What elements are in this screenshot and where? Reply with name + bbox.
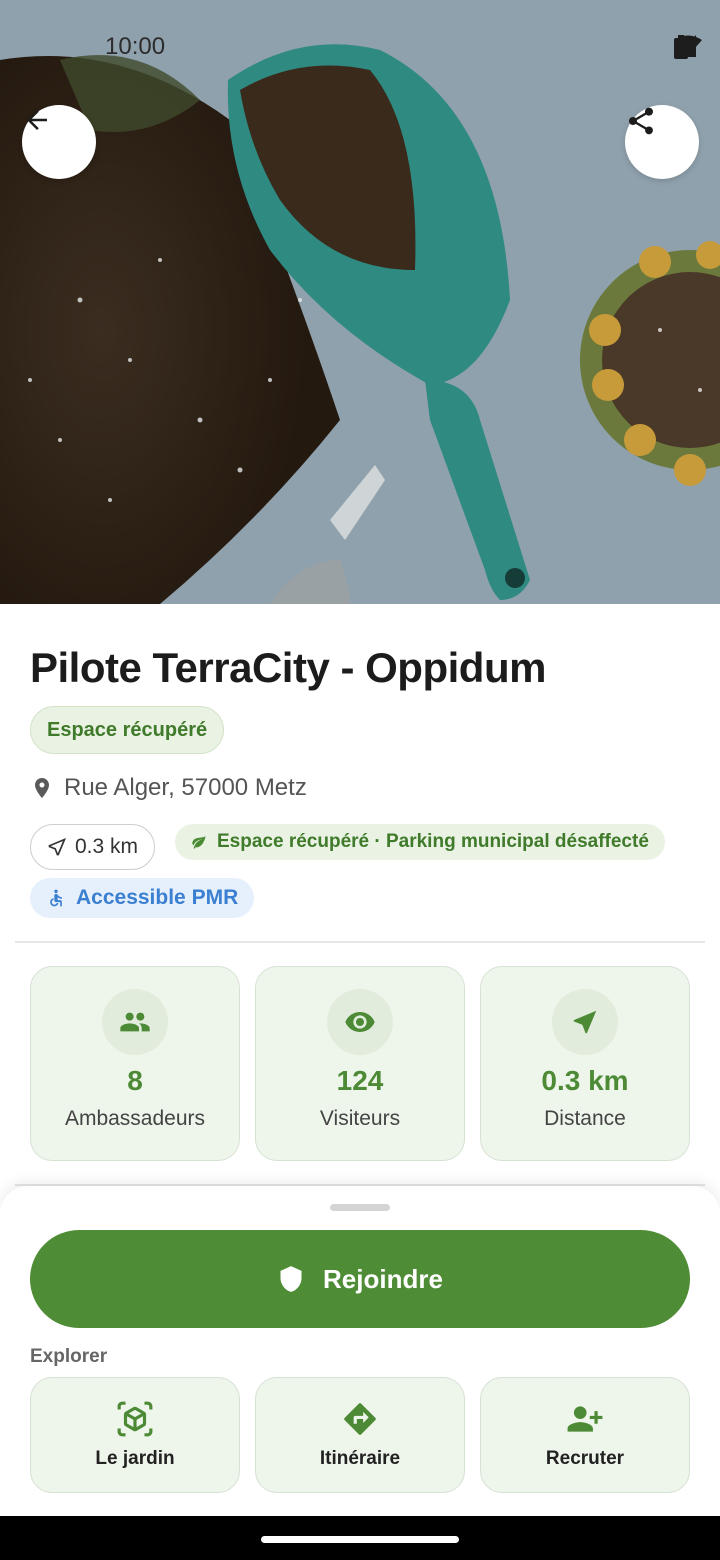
divider bbox=[15, 941, 705, 943]
stat-value: 8 bbox=[127, 1065, 143, 1096]
stat-label: Distance bbox=[544, 1107, 626, 1130]
arrow-left-icon bbox=[27, 110, 47, 130]
address-text: Rue Alger, 57000 Metz bbox=[64, 774, 307, 801]
accessible-icon bbox=[50, 889, 62, 907]
stat-label: Ambassadeurs bbox=[64, 1107, 206, 1130]
directions-icon bbox=[344, 1403, 376, 1435]
stat-value: 124 bbox=[336, 1065, 384, 1096]
stats-row: 8 Ambassadeurs 124 Visiteurs 0.3 km Dist… bbox=[30, 966, 690, 1161]
stat-value: 0.3 km bbox=[541, 1065, 629, 1096]
space-type-chip: Espace récupéré bbox=[30, 706, 225, 754]
garden-view-button[interactable]: Le jardin bbox=[30, 1377, 240, 1493]
page-title: Pilote TerraCity - Oppidum bbox=[30, 644, 546, 691]
stat-icon-circle bbox=[102, 989, 168, 1055]
join-button-label: Rejoindre bbox=[323, 1263, 443, 1294]
action-label: Le jardin bbox=[95, 1448, 175, 1469]
recruit-button[interactable]: Recruter bbox=[480, 1377, 690, 1493]
share-button[interactable] bbox=[625, 105, 699, 179]
location-pin-icon bbox=[35, 778, 49, 798]
accessibility-chip: Accessible PMR bbox=[30, 878, 255, 918]
explore-actions: Le jardin Itinéraire Recruter bbox=[30, 1377, 690, 1493]
back-button[interactable] bbox=[22, 105, 96, 179]
stat-card-visitors: 124 Visiteurs bbox=[255, 966, 465, 1161]
stat-label: Visiteurs bbox=[319, 1107, 401, 1130]
people-icon bbox=[120, 1012, 150, 1032]
navigation-arrow-icon bbox=[48, 837, 67, 856]
share-icon bbox=[629, 107, 653, 135]
space-detail-chip: Espace récupéré · Parking municipal désa… bbox=[175, 824, 665, 860]
hero-image: 10:00 bbox=[0, 0, 720, 604]
navigation-icon bbox=[573, 1010, 597, 1034]
distance-value: 0.3 km bbox=[75, 835, 139, 858]
action-label: Itinéraire bbox=[319, 1448, 401, 1469]
system-nav-bar bbox=[0, 1516, 720, 1560]
battery-icon bbox=[674, 35, 688, 59]
action-label: Recruter bbox=[545, 1448, 625, 1469]
distance-chip: 0.3 km bbox=[30, 824, 156, 870]
gardening-photo bbox=[0, 0, 720, 604]
stat-icon-circle bbox=[327, 989, 393, 1055]
action-bottom-sheet: Rejoindre Explorer Le jardin Itinéraire … bbox=[0, 1186, 720, 1516]
space-detail-text: Espace récupéré · Parking municipal désa… bbox=[217, 831, 649, 852]
sheet-drag-handle[interactable] bbox=[330, 1204, 390, 1211]
stat-icon-circle bbox=[552, 989, 618, 1055]
person-add-icon bbox=[567, 1406, 603, 1432]
home-gesture-pill[interactable] bbox=[261, 1536, 459, 1543]
stat-card-ambassadors: 8 Ambassadeurs bbox=[30, 966, 240, 1161]
explore-section-label: Explorer bbox=[30, 1346, 108, 1367]
stat-card-distance: 0.3 km Distance bbox=[480, 966, 690, 1161]
accessibility-text: Accessible PMR bbox=[76, 886, 239, 909]
join-button[interactable]: Rejoindre bbox=[30, 1230, 690, 1328]
address-row: Rue Alger, 57000 Metz bbox=[30, 774, 307, 802]
view-in-ar-icon bbox=[117, 1401, 153, 1437]
shield-icon bbox=[280, 1266, 302, 1292]
status-time: 10:00 bbox=[105, 33, 166, 60]
eye-icon bbox=[345, 1012, 375, 1032]
directions-button[interactable]: Itinéraire bbox=[255, 1377, 465, 1493]
leaf-icon bbox=[192, 836, 206, 849]
